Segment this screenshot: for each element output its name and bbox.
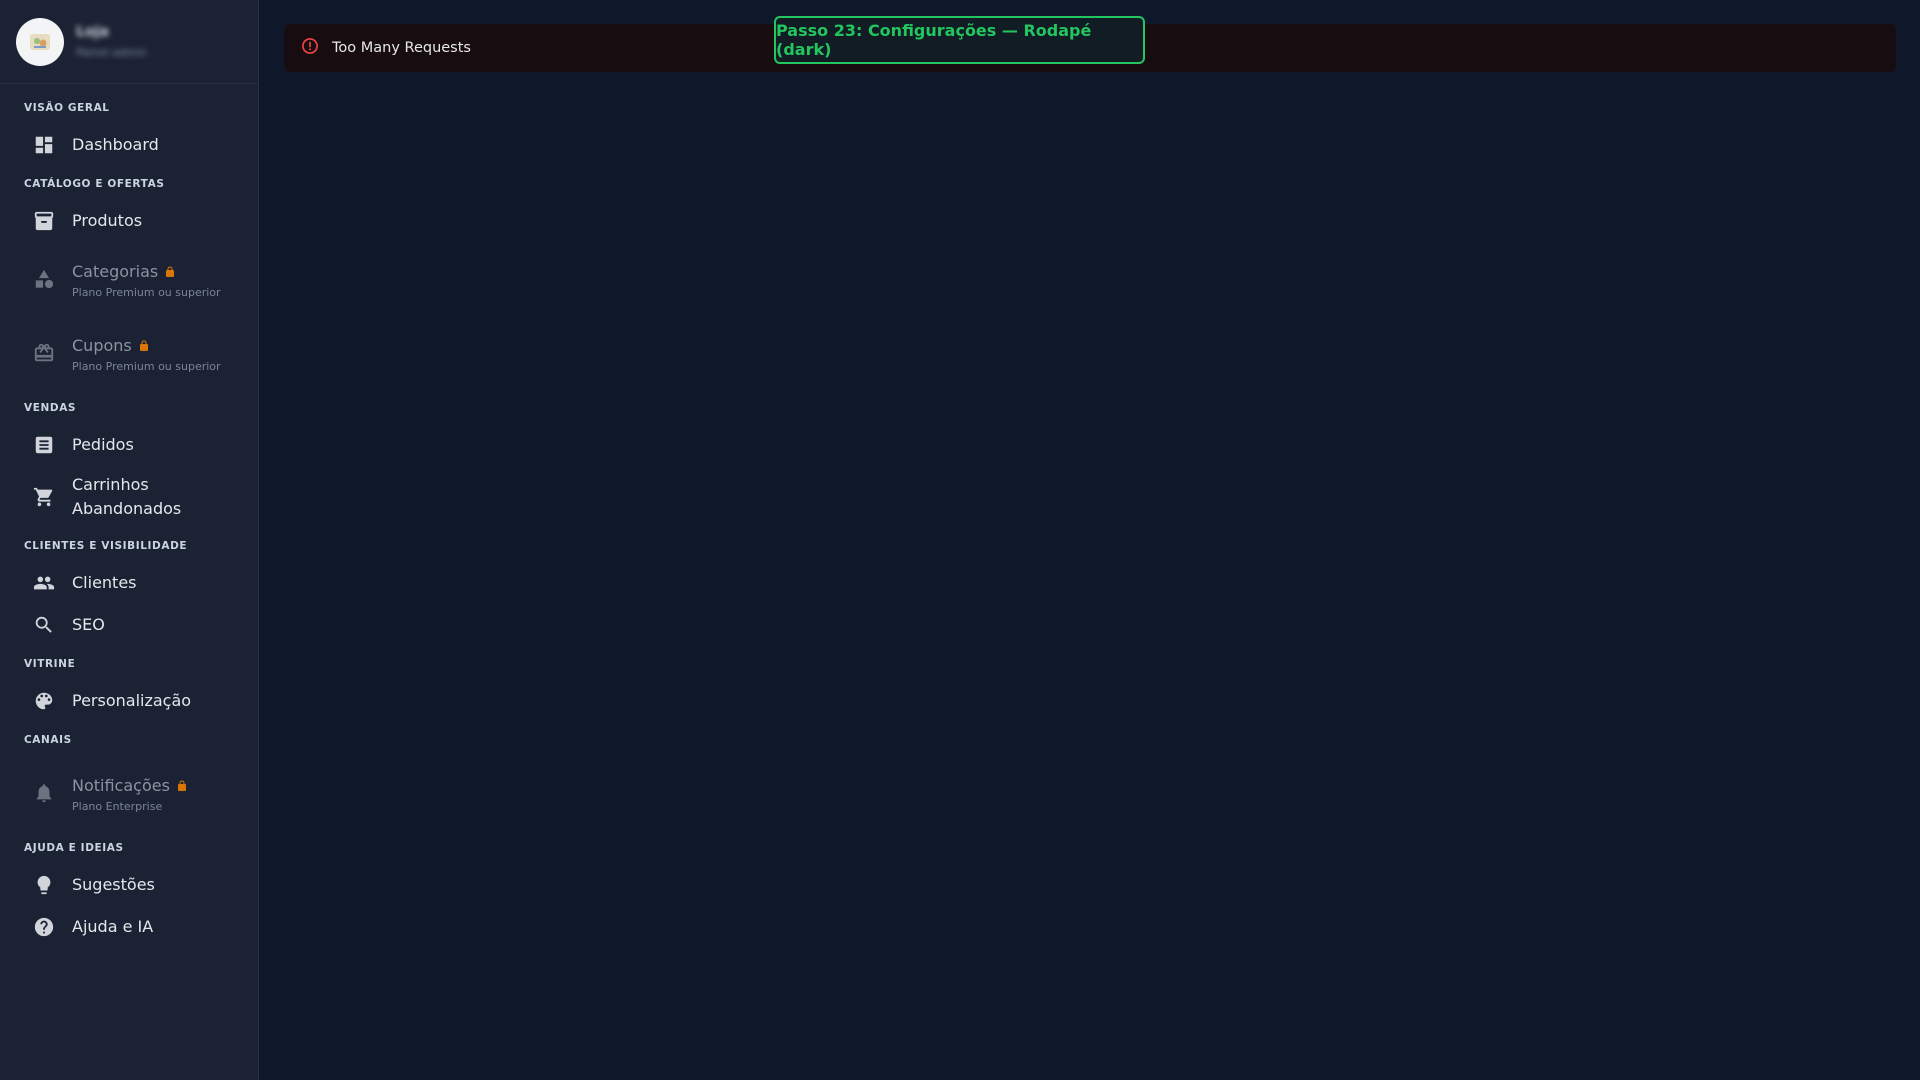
- main-content: Too Many Requests Passo 23: Configuraçõe…: [259, 0, 1920, 1080]
- section-title-catalogo: CATÁLOGO E OFERTAS: [24, 178, 165, 190]
- help-icon: [32, 915, 56, 939]
- sidebar-item-categorias[interactable]: Categorias Plano Premium ou superior: [0, 242, 258, 316]
- sidebar-item-label: Cupons: [72, 335, 132, 355]
- palette-icon: [32, 689, 56, 713]
- sidebar-item-label: SEO: [72, 615, 105, 634]
- sidebar-item-produtos[interactable]: Produtos: [0, 200, 258, 242]
- error-message: Too Many Requests: [332, 40, 471, 56]
- gift-card-icon: [32, 341, 56, 365]
- lock-icon: [138, 337, 150, 356]
- section-title-canais: CANAIS: [24, 734, 72, 746]
- sidebar-item-notificacoes[interactable]: Notificações Plano Enterprise: [0, 756, 258, 830]
- plan-requirement: Plano Premium ou superior: [72, 285, 221, 299]
- sidebar-item-label: Produtos: [72, 211, 143, 230]
- store-name: Loja: [76, 24, 109, 40]
- sidebar-item-clientes[interactable]: Clientes: [0, 562, 258, 604]
- section-title-clientes: CLIENTES E VISIBILIDADE: [24, 540, 188, 552]
- sidebar-item-ajuda[interactable]: Ajuda e IA: [0, 906, 258, 948]
- section-title-vendas: VENDAS: [24, 402, 77, 414]
- lightbulb-icon: [32, 873, 56, 897]
- sidebar-item-dashboard[interactable]: Dashboard: [0, 124, 258, 166]
- sidebar-item-label: Carrinhos Abandonados: [72, 475, 182, 518]
- store-avatar[interactable]: [16, 17, 64, 66]
- people-icon: [32, 571, 56, 595]
- section-title-vitrine: VITRINE: [24, 658, 76, 670]
- lock-icon: [164, 263, 176, 282]
- sidebar-nav: VISÃO GERAL Dashboard CATÁLOGO E OFERTAS…: [0, 84, 258, 1080]
- sidebar-item-cupons[interactable]: Cupons Plano Premium ou superior: [0, 316, 258, 390]
- section-title-ajuda: AJUDA E IDEIAS: [24, 842, 124, 854]
- sidebar-item-sugestoes[interactable]: Sugestões: [0, 864, 258, 906]
- sidebar-item-personalizacao[interactable]: Personalização: [0, 680, 258, 722]
- archive-icon: [32, 209, 56, 233]
- sidebar-item-pedidos[interactable]: Pedidos: [0, 424, 258, 466]
- step-indicator-badge: Passo 23: Configurações — Rodapé (dark): [774, 16, 1145, 64]
- store-info: Loja Painel admin: [76, 24, 147, 59]
- section-title-visao-geral: VISÃO GERAL: [24, 102, 110, 114]
- sidebar-item-label: Personalização: [72, 691, 192, 710]
- store-logo-icon: [30, 33, 50, 50]
- plan-requirement: Plano Premium ou superior: [72, 359, 221, 373]
- sidebar-item-label: Categorias: [72, 261, 159, 281]
- sidebar-item-label: Pedidos: [72, 435, 134, 454]
- plan-requirement: Plano Enterprise: [72, 799, 163, 813]
- dashboard-icon: [32, 133, 56, 157]
- search-icon: [32, 613, 56, 637]
- store-subtitle: Painel admin: [76, 46, 147, 59]
- sidebar-header: Loja Painel admin: [0, 0, 258, 84]
- receipt-icon: [32, 433, 56, 457]
- sidebar: Loja Painel admin VISÃO GERAL Dashboard …: [0, 0, 259, 1080]
- sidebar-item-carrinhos[interactable]: Carrinhos Abandonados: [0, 466, 258, 528]
- sidebar-item-label: Notificações: [72, 775, 170, 795]
- sidebar-item-seo[interactable]: SEO: [0, 604, 258, 646]
- sidebar-item-label: Dashboard: [72, 135, 159, 154]
- category-icon: [32, 267, 56, 291]
- sidebar-item-label: Ajuda e IA: [72, 917, 154, 936]
- error-circle-icon: [300, 36, 320, 60]
- sidebar-item-label: Clientes: [72, 573, 137, 592]
- bell-icon: [32, 781, 56, 805]
- lock-icon: [176, 777, 188, 796]
- cart-icon: [32, 485, 56, 509]
- app-root: Loja Painel admin VISÃO GERAL Dashboard …: [0, 0, 1920, 1080]
- sidebar-item-label: Sugestões: [72, 875, 155, 894]
